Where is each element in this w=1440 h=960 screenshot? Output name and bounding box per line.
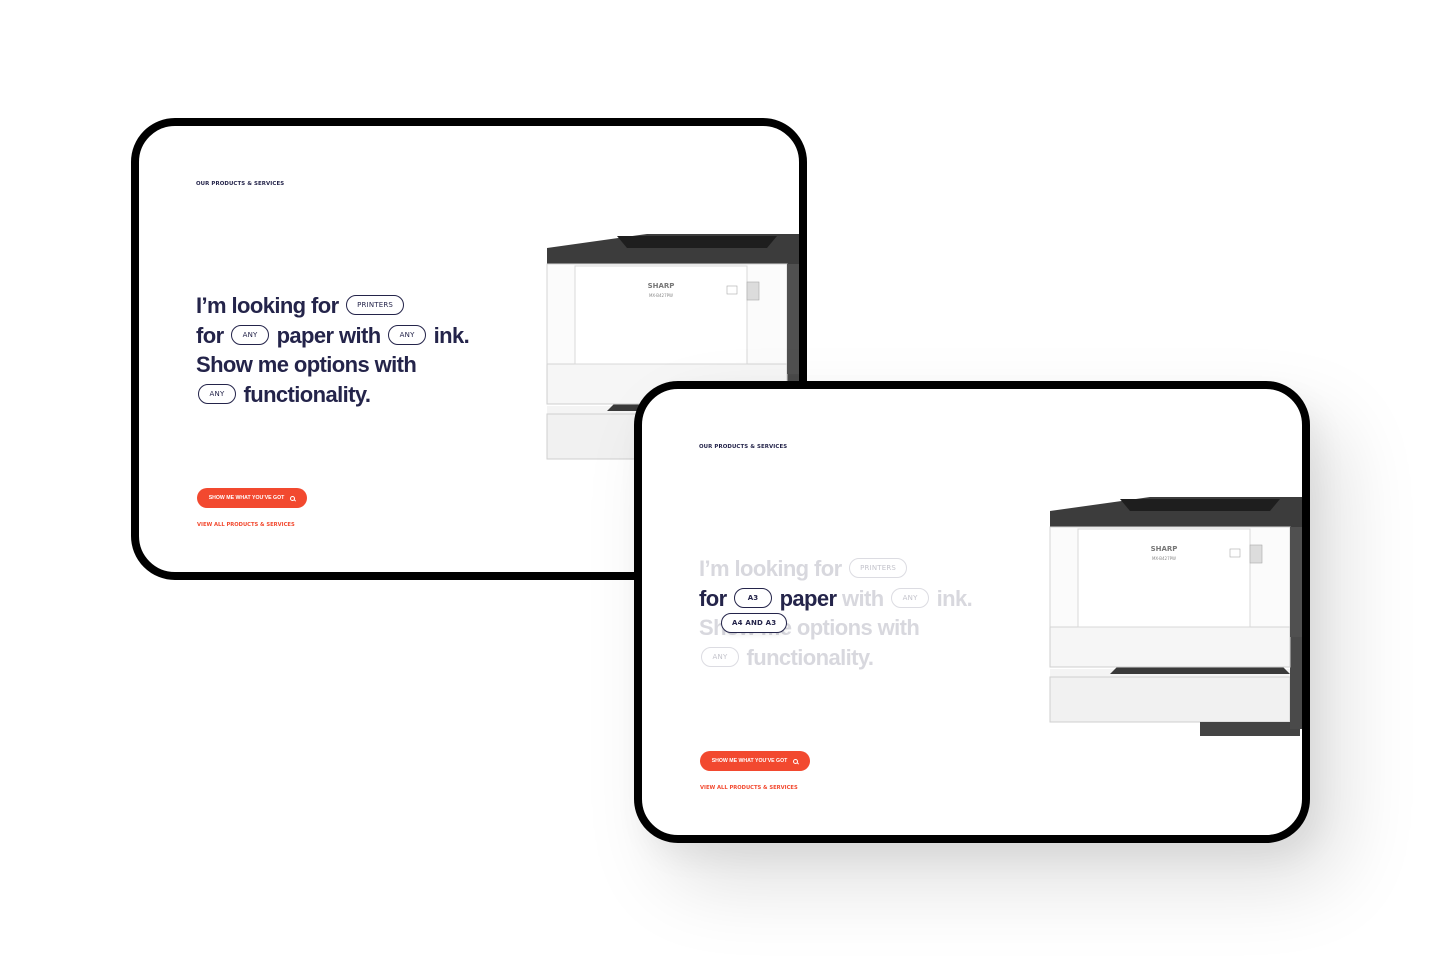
sentence-text: paper xyxy=(779,585,838,611)
sentence-text: paper with xyxy=(276,322,382,348)
device-frame-front: OUR PRODUCTS & SERVICES I’m looking for … xyxy=(634,381,1310,843)
brand-logo: SHARP xyxy=(1151,545,1178,553)
ink-type-select[interactable]: ANY xyxy=(891,587,930,608)
show-results-button[interactable]: SHOW ME WHAT YOU’VE GOT xyxy=(700,751,810,771)
brand-logo: SHARP xyxy=(648,282,675,290)
paper-size-option[interactable]: A4 AND A3 xyxy=(721,613,788,633)
search-sentence: I’m looking for PRINTERS for ANY paper w… xyxy=(196,291,526,410)
show-results-button[interactable]: SHOW ME WHAT YOU’VE GOT xyxy=(197,488,307,508)
paper-size-select[interactable]: A3 xyxy=(734,587,773,608)
functionality-select[interactable]: ANY xyxy=(701,647,739,668)
eyebrow-label: OUR PRODUCTS & SERVICES xyxy=(196,181,285,187)
sentence-line-4: ANY functionality. xyxy=(699,643,1029,673)
search-icon xyxy=(290,495,296,501)
faded-segment: with ANY ink. xyxy=(842,585,973,611)
product-type-select[interactable]: PRINTERS xyxy=(346,295,405,316)
sentence-text: for xyxy=(196,322,224,348)
search-sentence: I’m looking for PRINTERS for A3 paper wi… xyxy=(699,554,1029,673)
sentence-line-2: for ANY paper with ANY ink. xyxy=(196,321,526,351)
sentence-text: ink. xyxy=(936,585,973,611)
model-number: MX-B427PW xyxy=(1152,556,1176,561)
sentence-text: functionality. xyxy=(243,382,371,408)
eyebrow-label: OUR PRODUCTS & SERVICES xyxy=(699,444,788,450)
sentence-line-4: ANY functionality. xyxy=(196,380,526,410)
view-all-products-link[interactable]: VIEW ALL PRODUCTS & SERVICES xyxy=(197,522,295,528)
sentence-text: ink. xyxy=(433,322,470,348)
view-all-products-link[interactable]: VIEW ALL PRODUCTS & SERVICES xyxy=(700,785,798,791)
model-number: MX-B427PW xyxy=(649,293,673,298)
functionality-select[interactable]: ANY xyxy=(198,384,236,405)
sentence-text: for xyxy=(699,585,727,611)
printer-illustration: SHARP MX-B427PW xyxy=(1049,497,1302,736)
sentence-text: I’m looking for xyxy=(196,293,339,318)
ink-type-select[interactable]: ANY xyxy=(388,324,427,345)
sentence-line-2: for A3 paper with ANY ink. xyxy=(699,584,1029,614)
sentence-line-3: Show me options with xyxy=(196,352,417,378)
button-label: SHOW ME WHAT YOU’VE GOT xyxy=(208,495,285,501)
sentence-text: functionality. xyxy=(746,645,874,671)
printer-image: SHARP MX-B427PW xyxy=(1030,489,1302,739)
paper-size-select[interactable]: ANY xyxy=(231,324,270,345)
product-type-select[interactable]: PRINTERS xyxy=(849,558,908,579)
sentence-text: I’m looking for xyxy=(699,556,842,581)
sentence-line-1: I’m looking for PRINTERS xyxy=(196,291,526,321)
search-icon xyxy=(793,758,799,764)
button-label: SHOW ME WHAT YOU’VE GOT xyxy=(711,758,788,764)
sentence-text: with xyxy=(842,585,884,611)
sentence-line-1: I’m looking for PRINTERS xyxy=(699,554,1029,584)
